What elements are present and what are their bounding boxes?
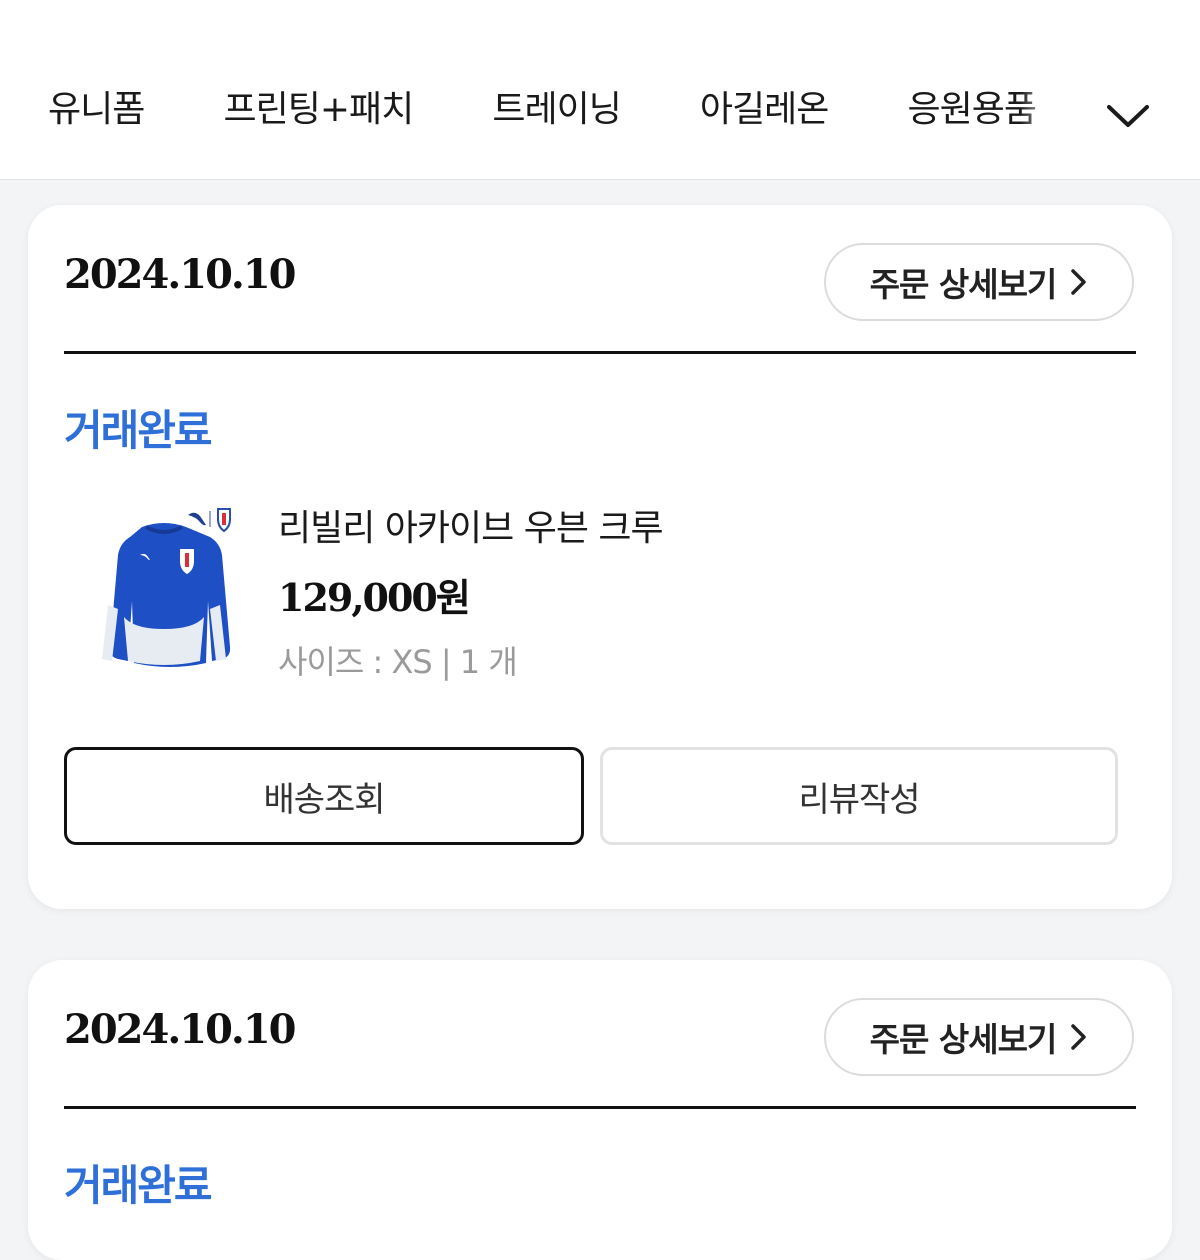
- order-detail-button[interactable]: 주문 상세보기: [824, 243, 1134, 321]
- order-detail-label: 주문 상세보기: [869, 265, 1058, 304]
- product-name[interactable]: 리빌리 아카이브 우븐 크루: [278, 499, 664, 551]
- product-image[interactable]: [84, 497, 244, 669]
- order-detail-label: 주문 상세보기: [869, 1020, 1058, 1059]
- order-divider: [64, 351, 1136, 354]
- nav-tab-cheering-goods[interactable]: 응원용품: [907, 82, 1036, 138]
- order-card: 2024.10.10 주문 상세보기 거래완료: [28, 205, 1172, 909]
- nav-tab-aguileon[interactable]: 아길레온: [700, 82, 829, 138]
- product-price: 129,000원: [278, 575, 471, 620]
- order-card: 2024.10.10 주문 상세보기 거래완료: [28, 960, 1172, 1260]
- write-review-button[interactable]: 리뷰작성: [600, 747, 1118, 845]
- nav-tab-uniform[interactable]: 유니폼: [48, 82, 145, 138]
- order-date: 2024.10.10: [64, 251, 297, 298]
- product-option: 사이즈 : XS | 1 개: [278, 643, 518, 681]
- nav-tab-training[interactable]: 트레이닝: [492, 82, 621, 138]
- track-delivery-button[interactable]: 배송조회: [64, 747, 584, 845]
- order-detail-button[interactable]: 주문 상세보기: [824, 998, 1134, 1076]
- order-date: 2024.10.10: [64, 1006, 297, 1053]
- nav-tab-printing-patch[interactable]: 프린팅+패치: [223, 82, 414, 138]
- nav-fade-overlay: [1020, 70, 1060, 150]
- chevron-right-icon: [1071, 1024, 1087, 1050]
- order-divider: [64, 1106, 1136, 1109]
- nav-expand-button[interactable]: [1102, 90, 1154, 142]
- category-tabs: 유니폼 프린팅+패치 트레이닝 아길레온 응원용품: [48, 82, 1060, 142]
- order-status: 거래완료: [64, 1161, 213, 1210]
- order-status: 거래완료: [64, 406, 213, 455]
- brand-logo-icon: [188, 508, 231, 533]
- write-review-label: 리뷰작성: [798, 779, 920, 820]
- chevron-down-icon: [1107, 105, 1149, 127]
- category-nav-bar: 유니폼 프린팅+패치 트레이닝 아길레온 응원용품: [0, 0, 1200, 180]
- chevron-right-icon: [1071, 269, 1087, 295]
- track-delivery-label: 배송조회: [263, 779, 385, 820]
